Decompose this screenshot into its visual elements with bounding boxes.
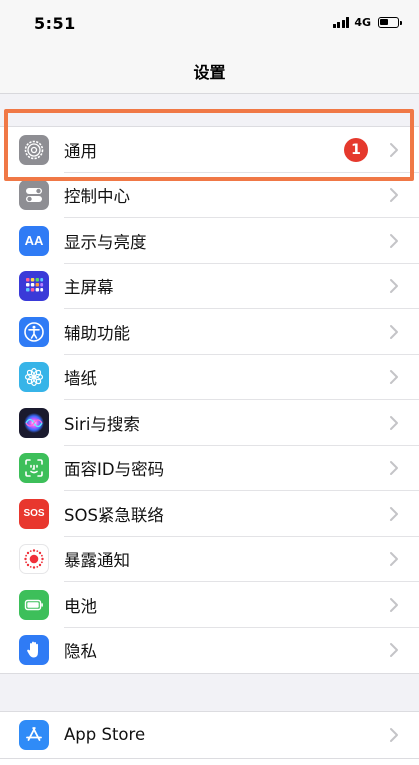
settings-row-label: 显示与亮度 <box>64 232 147 252</box>
settings-row-label: 隐私 <box>64 642 97 662</box>
settings-row-label: 通用 <box>64 141 97 161</box>
settings-group-main: 通用 1 控制中心 AA 显示与亮度 主屏幕 辅助功能 墙纸 Siri与搜索 面… <box>0 126 419 674</box>
settings-row-label: Siri与搜索 <box>64 414 140 434</box>
chevron-right-icon <box>390 142 398 157</box>
settings-row-label: 墙纸 <box>64 369 97 389</box>
battery-status-icon <box>378 17 402 28</box>
chevron-right-icon <box>390 233 398 248</box>
settings-row-label: 控制中心 <box>64 187 130 207</box>
accessibility-icon <box>19 316 49 347</box>
settings-row-accessibility[interactable]: 辅助功能 <box>0 309 419 355</box>
app-store-icon <box>19 719 49 750</box>
settings-row-battery[interactable]: 电池 <box>0 582 419 628</box>
page-title: 设置 <box>193 62 226 82</box>
face-id-icon <box>19 453 49 484</box>
settings-row-label: App Store <box>64 725 146 745</box>
chevron-right-icon <box>390 279 398 294</box>
chevron-right-icon <box>390 552 398 567</box>
chevron-right-icon <box>390 643 398 658</box>
settings-row-label: 辅助功能 <box>64 323 130 343</box>
chevron-right-icon <box>390 370 398 385</box>
chevron-right-icon <box>390 461 398 476</box>
chevron-right-icon <box>390 727 398 742</box>
settings-row-app-store[interactable]: App Store <box>0 712 419 758</box>
chevron-right-icon <box>390 415 398 430</box>
chevron-right-icon <box>390 324 398 339</box>
settings-row-general[interactable]: 通用 1 <box>0 127 419 173</box>
settings-row-siri-search[interactable]: Siri与搜索 <box>0 400 419 446</box>
status-bar: 5:51 4G <box>0 0 419 48</box>
sos-icon: SOS <box>19 498 49 529</box>
settings-row-exposure-notifications[interactable]: 暴露通知 <box>0 537 419 582</box>
status-indicators: 4G <box>332 16 402 29</box>
settings-row-emergency-sos[interactable]: SOS SOS紧急联络 <box>0 491 419 537</box>
chevron-right-icon <box>390 597 398 612</box>
notification-badge: 1 <box>344 137 368 162</box>
gear-icon <box>19 134 49 165</box>
settings-row-privacy[interactable]: 隐私 <box>0 628 419 674</box>
next-row-edge <box>0 758 419 765</box>
settings-group-apps: App Store <box>0 711 419 759</box>
chevron-right-icon <box>390 188 398 203</box>
settings-row-label: 电池 <box>64 596 97 616</box>
navigation-bar: 设置 <box>0 48 419 94</box>
chevron-right-icon <box>390 506 398 521</box>
toggles-icon <box>19 180 49 211</box>
status-time: 5:51 <box>34 14 76 33</box>
exposure-icon <box>19 544 49 575</box>
hand-icon <box>19 635 49 666</box>
settings-row-label: SOS紧急联络 <box>64 505 164 525</box>
battery-icon <box>19 589 49 620</box>
network-type: 4G <box>354 16 371 29</box>
settings-row-label: 暴露通知 <box>64 551 130 571</box>
settings-row-wallpaper[interactable]: 墙纸 <box>0 355 419 400</box>
settings-row-control-center[interactable]: 控制中心 <box>0 173 419 218</box>
settings-row-home-screen[interactable]: 主屏幕 <box>0 264 419 309</box>
settings-row-label: 主屏幕 <box>64 278 114 298</box>
text-size-icon: AA <box>19 225 49 256</box>
flower-icon <box>19 362 49 393</box>
home-grid-icon <box>19 271 49 302</box>
settings-row-label: 面容ID与密码 <box>64 460 165 480</box>
settings-row-display-brightness[interactable]: AA 显示与亮度 <box>0 218 419 264</box>
signal-icon <box>332 17 350 28</box>
siri-icon <box>19 407 49 438</box>
settings-row-face-id-passcode[interactable]: 面容ID与密码 <box>0 446 419 491</box>
